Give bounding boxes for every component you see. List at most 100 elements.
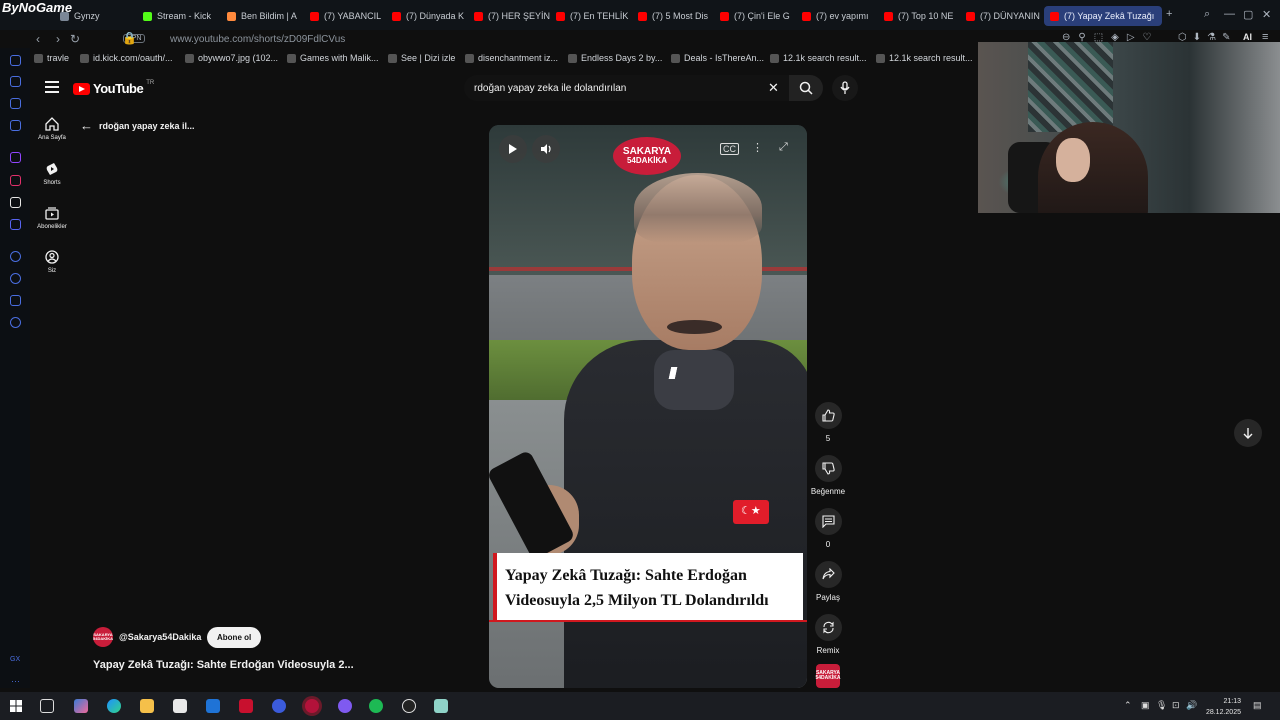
back-to-search[interactable]: ← rdoğan yapay zeka il... — [80, 118, 195, 133]
video-title[interactable]: Yapay Zekâ Tuzağı: Sahte Erdoğan Videosu… — [93, 659, 354, 671]
bookmark-item[interactable]: Deals - IsThereAn... — [671, 53, 764, 63]
notepad-icon[interactable] — [434, 699, 448, 713]
minimize-icon[interactable]: — — [1224, 8, 1235, 20]
tray-chevron-icon[interactable]: ⌃ — [1124, 700, 1132, 711]
browser-tab[interactable]: (7) Yapay Zekâ Tuzağı — [1044, 6, 1162, 26]
settings-icon[interactable] — [10, 317, 21, 328]
voice-search-button[interactable] — [832, 75, 858, 101]
sidebar-home-icon[interactable] — [10, 55, 21, 66]
edge-icon[interactable] — [107, 699, 121, 713]
gx-corner-icon[interactable]: GX — [10, 656, 20, 663]
back-nav-icon[interactable]: ‹ — [36, 32, 40, 46]
search-tabs-icon[interactable]: ⌕ — [1204, 8, 1210, 21]
discord-icon[interactable] — [10, 219, 21, 230]
discord-taskbar-icon[interactable] — [338, 699, 352, 713]
nav-home[interactable]: Ana Sayfa — [30, 117, 74, 141]
windows-start-icon[interactable] — [10, 700, 22, 712]
next-video-button[interactable] — [1234, 419, 1262, 447]
play-button[interactable] — [499, 135, 527, 163]
hamburger-menu-icon[interactable] — [45, 81, 59, 93]
sidebar-aria-icon[interactable] — [10, 76, 21, 87]
valorant-icon[interactable] — [239, 699, 253, 713]
tab-label: Gynzy — [74, 11, 100, 21]
url-field[interactable]: www.youtube.com/shorts/zD09FdlCVus — [170, 34, 345, 45]
channel-watermark-logo: SAKARYA 54DAKİKA — [613, 137, 681, 175]
nav-subscriptions[interactable]: Abonelikler — [30, 206, 74, 230]
browser-tab[interactable]: (7) Dünyada K — [392, 6, 470, 26]
browser-tab[interactable]: (7) ev yapımı — [802, 6, 880, 26]
spotify-icon[interactable] — [369, 699, 383, 713]
opera-gx-icon[interactable] — [305, 699, 319, 713]
dislike-button[interactable]: Beğenme — [810, 455, 846, 496]
twitch-icon[interactable] — [10, 152, 21, 163]
reload-icon[interactable]: ↻ — [70, 32, 80, 46]
sidebar-messenger-icon[interactable] — [10, 120, 21, 131]
extensions-sidebar-icon[interactable] — [10, 295, 21, 306]
ea-app-icon[interactable] — [272, 699, 286, 713]
bookmark-item[interactable]: Games with Malik... — [287, 53, 379, 63]
maximize-icon[interactable]: ▢ — [1243, 8, 1253, 21]
nav-you[interactable]: Siz — [30, 250, 74, 274]
more-options-icon[interactable]: ⋮ — [752, 141, 763, 154]
tray-network-icon[interactable]: ⊡ — [1172, 700, 1180, 711]
browser-tab[interactable]: (7) DÜNYANIN — [966, 6, 1044, 26]
mail-icon[interactable] — [206, 699, 220, 713]
file-explorer-icon[interactable] — [140, 699, 154, 713]
browser-tab[interactable]: (7) 5 Most Dis — [638, 6, 716, 26]
task-view-icon[interactable] — [40, 699, 54, 713]
bookmark-item[interactable]: travle — [34, 53, 69, 63]
forward-nav-icon[interactable]: › — [56, 32, 60, 46]
tray-mic-icon[interactable]: 🎙 — [1156, 700, 1167, 711]
comments-button[interactable]: 0 — [810, 508, 846, 549]
bookmark-item[interactable]: 12.1k search result... — [876, 53, 973, 63]
ai-button[interactable]: AI — [1243, 32, 1252, 42]
channel-avatar-small[interactable]: SAKARYA 54DAKİKA — [816, 664, 841, 688]
subscriptions-icon — [45, 207, 59, 220]
channel-avatar[interactable]: SAKARYA 54DAKİKA — [93, 627, 113, 647]
browser-tab[interactable]: (7) HER ŞEYİN — [474, 6, 552, 26]
like-button[interactable]: 5 — [810, 402, 846, 443]
browser-tab[interactable]: (7) YABANCIL — [310, 6, 388, 26]
browser-tab[interactable]: Gynzy — [60, 6, 138, 26]
store-icon[interactable] — [173, 699, 187, 713]
more-icon[interactable]: ··· — [11, 676, 20, 686]
browser-tab[interactable]: (7) Top 10 NE — [884, 6, 962, 26]
search-button[interactable] — [789, 75, 823, 101]
subscribe-button[interactable]: Abone ol — [207, 627, 262, 648]
captions-icon[interactable]: CC — [720, 143, 739, 155]
bookmark-item[interactable]: obywwo7.jpg (102... — [185, 53, 278, 63]
clear-search-icon[interactable]: ✕ — [768, 80, 779, 96]
taskbar-clock[interactable]: 21:13 28.12.2025 — [1197, 696, 1241, 718]
tray-volume-icon[interactable]: 🔊 — [1186, 700, 1197, 711]
browser-tab[interactable]: Ben Bildim | A — [227, 6, 305, 26]
bookmark-item[interactable]: disenchantment iz... — [465, 53, 558, 63]
bookmark-item[interactable]: id.kick.com/oauth/... — [80, 53, 173, 63]
x-twitter-icon[interactable] — [10, 197, 21, 208]
volume-button[interactable] — [532, 135, 560, 163]
fullscreen-icon[interactable]: ⤢ — [779, 141, 788, 154]
copilot-icon[interactable] — [74, 699, 88, 713]
browser-tab[interactable]: (7) Çin'i Ele G — [720, 6, 798, 26]
channel-handle[interactable]: @Sakarya54Dakika — [119, 632, 201, 642]
share-button[interactable]: Paylaş — [810, 561, 846, 602]
bookmark-item[interactable]: See | Dizi izle — [388, 53, 455, 63]
player-icon[interactable] — [10, 251, 21, 262]
instagram-icon[interactable] — [10, 175, 21, 186]
browser-tab[interactable]: (7) En TEHLİK — [556, 6, 634, 26]
nav-shorts[interactable]: Shorts — [30, 162, 74, 186]
browser-tab[interactable]: Stream - Kick — [143, 6, 221, 26]
history-icon[interactable] — [10, 273, 21, 284]
sidebar-bookmark-icon[interactable] — [10, 98, 21, 109]
obs-icon[interactable] — [402, 699, 416, 713]
notifications-icon[interactable]: ▤ — [1253, 700, 1262, 711]
youtube-logo[interactable]: YouTube TR — [73, 80, 154, 96]
bookmark-item[interactable]: Endless Days 2 by... — [568, 53, 662, 63]
tab-label: (7) ev yapımı — [816, 11, 869, 21]
remix-button[interactable]: Remix — [810, 614, 846, 655]
tray-app-icon[interactable]: ▣ — [1141, 700, 1150, 711]
close-window-icon[interactable]: ✕ — [1262, 8, 1271, 21]
new-tab-icon[interactable]: + — [1166, 8, 1172, 20]
bookmark-item[interactable]: 12.1k search result... — [770, 53, 867, 63]
search-input[interactable]: rdoğan yapay zeka ile dolandırılan — [464, 75, 789, 101]
shorts-video-player[interactable]: SAKARYA 54DAKİKA CC ⋮ ⤢ Yapay Zekâ Tuzağ… — [489, 125, 807, 688]
